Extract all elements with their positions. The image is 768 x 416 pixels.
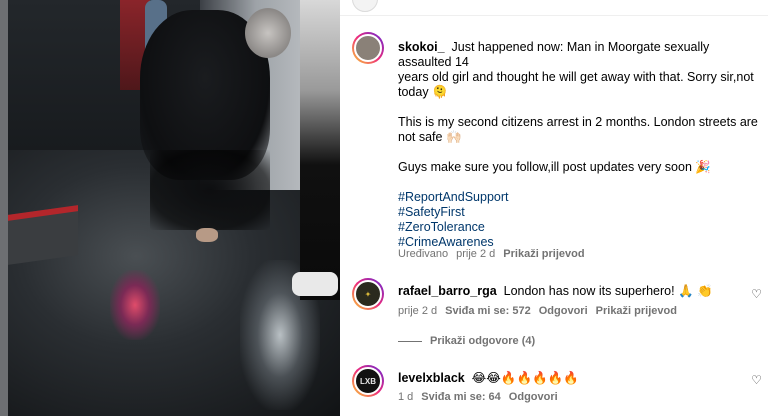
view-replies-label: Prikaži odgovore (4) xyxy=(430,335,536,347)
comment-time[interactable]: 1 d xyxy=(398,391,413,403)
reply-button[interactable]: Odgovori xyxy=(509,391,558,403)
caption-meta: Uređivano prije 2 d Prikaži prijevod xyxy=(398,248,593,260)
comment-username[interactable]: levelxblack xyxy=(398,371,465,385)
see-translation-button[interactable]: Prikaži prijevod xyxy=(503,248,584,260)
caption-line: not safe 🙌🏻 xyxy=(398,130,462,144)
person-on-ground xyxy=(150,150,270,230)
comment-avatar[interactable]: ✦ xyxy=(352,278,384,310)
comment-body: London has now its superhero! 🙏 👏 xyxy=(503,284,713,298)
edited-label: Uređivano xyxy=(398,248,449,260)
caption-line: today 🫠 xyxy=(398,85,448,99)
comment-text: rafael_barro_rga London has now its supe… xyxy=(398,284,738,299)
caption-time[interactable]: prije 2 d xyxy=(456,248,495,260)
comment-likes[interactable]: Sviđa mi se: 64 xyxy=(421,391,501,403)
author-username[interactable]: skokoi_ xyxy=(398,40,445,54)
frame-edge xyxy=(0,0,8,416)
comment-body: 😂😂🔥🔥🔥🔥🔥 xyxy=(471,371,579,385)
like-heart-icon[interactable]: ♡ xyxy=(751,288,762,300)
comment-meta: prije 2 d Sviđa mi se: 572 Odgovori Prikaži… xyxy=(398,305,685,317)
comment-username[interactable]: rafael_barro_rga xyxy=(398,284,497,298)
comment-avatar-image: ✦ xyxy=(354,280,382,308)
reply-button[interactable]: Odgovori xyxy=(539,305,588,317)
see-translation-button[interactable]: Prikaži prijevod xyxy=(596,305,677,317)
hashtag-link[interactable]: #SafetyFirst xyxy=(398,205,760,220)
post-media[interactable] xyxy=(0,0,340,416)
hashtag-link[interactable]: #ReportAndSupport xyxy=(398,190,760,205)
reply-line-divider xyxy=(398,340,422,342)
hashtag-link[interactable]: #ZeroTolerance xyxy=(398,220,760,235)
caption-line: skokoi_ Just happened now: Man in Moorga… xyxy=(398,40,710,69)
view-replies-button[interactable]: Prikaži odgovore (4) xyxy=(398,335,543,347)
comment-avatar[interactable]: LXB xyxy=(352,365,384,397)
caption-line: Guys make sure you follow,ill post updat… xyxy=(398,160,711,174)
comments-panel: skokoi_ Just happened now: Man in Moorga… xyxy=(340,0,768,416)
caption: skokoi_ Just happened now: Man in Moorga… xyxy=(398,40,760,250)
caption-line: This is my second citizens arrest in 2 m… xyxy=(398,115,758,129)
white-shoe xyxy=(292,272,338,296)
standing-person xyxy=(300,0,340,300)
author-avatar-image xyxy=(354,34,382,62)
comment-meta: 1 d Sviđa mi se: 64 Odgovori xyxy=(398,391,566,403)
comment-time[interactable]: prije 2 d xyxy=(398,305,437,317)
street-sign xyxy=(8,205,78,265)
hand xyxy=(196,228,218,242)
like-heart-icon[interactable]: ♡ xyxy=(751,374,762,386)
caption-line: years old girl and thought he will get a… xyxy=(398,70,754,84)
comment-text: levelxblack 😂😂🔥🔥🔥🔥🔥 xyxy=(398,370,738,386)
author-avatar[interactable] xyxy=(352,32,384,64)
header-bar xyxy=(340,0,768,16)
grey-hood xyxy=(245,8,291,58)
comment-avatar-image: LXB xyxy=(354,367,382,395)
light-reflection xyxy=(110,270,160,340)
comment-likes[interactable]: Sviđa mi se: 572 xyxy=(445,305,531,317)
header-avatar[interactable] xyxy=(352,0,378,12)
